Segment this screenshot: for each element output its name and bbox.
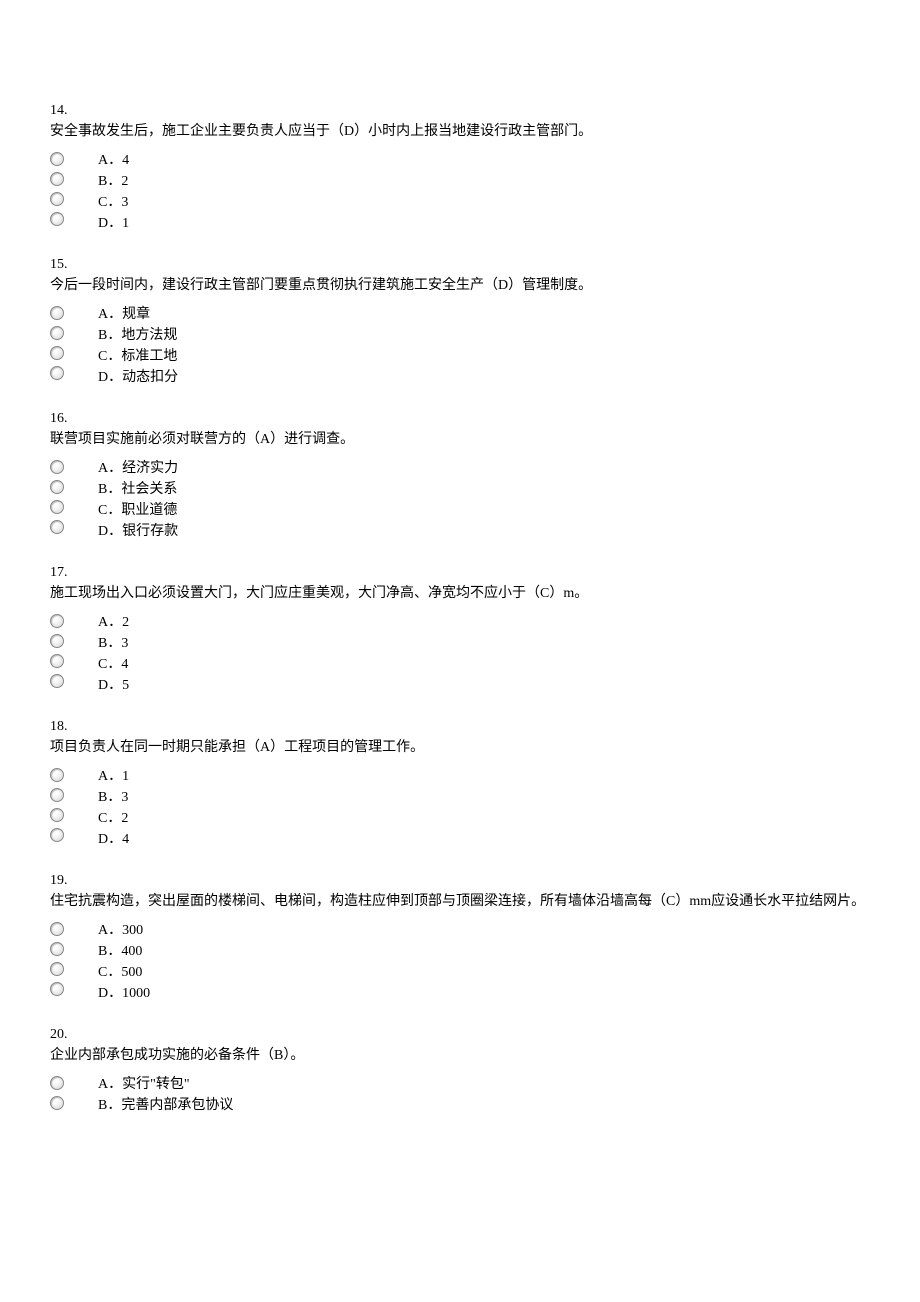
option-text-column: A．经济实力 B．社会关系 C．职业道德 D．银行存款 (98, 458, 178, 542)
radio-icon[interactable] (50, 460, 64, 474)
option-a: A．经济实力 (98, 458, 178, 479)
radio-icon[interactable] (50, 654, 64, 668)
options-block: A．2 B．3 C．4 D．5 (50, 612, 870, 696)
option-d: D．银行存款 (98, 521, 178, 542)
options-block: A．实行"转包" B．完善内部承包协议 (50, 1074, 870, 1116)
radio-icon[interactable] (50, 768, 64, 782)
radio-icon[interactable] (50, 942, 64, 956)
radio-column (50, 304, 64, 380)
option-d: D．5 (98, 675, 129, 696)
radio-icon[interactable] (50, 962, 64, 976)
question-number: 15. (50, 254, 870, 275)
question-17: 17. 施工现场出入口必须设置大门，大门应庄重美观，大门净高、净宽均不应小于（C… (50, 562, 870, 696)
question-stem: 住宅抗震构造，突出屋面的楼梯间、电梯间，构造柱应伸到顶部与顶圈梁连接，所有墙体沿… (50, 891, 870, 912)
option-text-column: A．4 B．2 C．3 D．1 (98, 150, 129, 234)
question-stem: 企业内部承包成功实施的必备条件（B）。 (50, 1045, 870, 1066)
option-a: A．实行"转包" (98, 1074, 233, 1095)
option-a: A．300 (98, 920, 150, 941)
option-b: B．400 (98, 941, 150, 962)
radio-icon[interactable] (50, 982, 64, 996)
option-text-column: A．2 B．3 C．4 D．5 (98, 612, 129, 696)
option-b: B．完善内部承包协议 (98, 1095, 233, 1116)
option-d: D．1000 (98, 983, 150, 1004)
question-16: 16. 联营项目实施前必须对联营方的（A）进行调查。 A．经济实力 B．社会关系… (50, 408, 870, 542)
radio-column (50, 150, 64, 226)
option-a: A．4 (98, 150, 129, 171)
radio-icon[interactable] (50, 520, 64, 534)
option-a: A．1 (98, 766, 129, 787)
question-stem: 安全事故发生后，施工企业主要负责人应当于（D）小时内上报当地建设行政主管部门。 (50, 121, 870, 142)
radio-icon[interactable] (50, 212, 64, 226)
option-d: D．动态扣分 (98, 367, 178, 388)
radio-icon[interactable] (50, 172, 64, 186)
option-d: D．1 (98, 213, 129, 234)
question-15: 15. 今后一段时间内，建设行政主管部门要重点贯彻执行建筑施工安全生产（D）管理… (50, 254, 870, 388)
radio-icon[interactable] (50, 346, 64, 360)
radio-column (50, 920, 64, 996)
option-b: B．3 (98, 787, 129, 808)
option-a: A．规章 (98, 304, 178, 325)
options-block: A．规章 B．地方法规 C．标准工地 D．动态扣分 (50, 304, 870, 388)
options-block: A．1 B．3 C．2 D．4 (50, 766, 870, 850)
option-c: C．标准工地 (98, 346, 178, 367)
radio-column (50, 612, 64, 688)
question-number: 17. (50, 562, 870, 583)
radio-icon[interactable] (50, 366, 64, 380)
question-number: 19. (50, 870, 870, 891)
question-14: 14. 安全事故发生后，施工企业主要负责人应当于（D）小时内上报当地建设行政主管… (50, 100, 870, 234)
radio-icon[interactable] (50, 480, 64, 494)
radio-icon[interactable] (50, 922, 64, 936)
question-20: 20. 企业内部承包成功实施的必备条件（B）。 A．实行"转包" B．完善内部承… (50, 1024, 870, 1116)
option-c: C．职业道德 (98, 500, 178, 521)
option-c: C．3 (98, 192, 129, 213)
option-text-column: A．规章 B．地方法规 C．标准工地 D．动态扣分 (98, 304, 178, 388)
option-d: D．4 (98, 829, 129, 850)
option-text-column: A．300 B．400 C．500 D．1000 (98, 920, 150, 1004)
radio-column (50, 458, 64, 534)
option-text-column: A．实行"转包" B．完善内部承包协议 (98, 1074, 233, 1116)
radio-icon[interactable] (50, 326, 64, 340)
question-stem: 今后一段时间内，建设行政主管部门要重点贯彻执行建筑施工安全生产（D）管理制度。 (50, 275, 870, 296)
option-c: C．500 (98, 962, 150, 983)
radio-icon[interactable] (50, 828, 64, 842)
option-c: C．2 (98, 808, 129, 829)
radio-icon[interactable] (50, 614, 64, 628)
question-stem: 联营项目实施前必须对联营方的（A）进行调查。 (50, 429, 870, 450)
question-number: 16. (50, 408, 870, 429)
question-number: 18. (50, 716, 870, 737)
radio-icon[interactable] (50, 1076, 64, 1090)
radio-icon[interactable] (50, 1096, 64, 1110)
radio-icon[interactable] (50, 192, 64, 206)
radio-icon[interactable] (50, 306, 64, 320)
option-b: B．3 (98, 633, 129, 654)
option-b: B．地方法规 (98, 325, 178, 346)
radio-column (50, 766, 64, 842)
question-stem: 施工现场出入口必须设置大门，大门应庄重美观，大门净高、净宽均不应小于（C）m。 (50, 583, 870, 604)
radio-icon[interactable] (50, 808, 64, 822)
question-stem: 项目负责人在同一时期只能承担（A）工程项目的管理工作。 (50, 737, 870, 758)
radio-icon[interactable] (50, 500, 64, 514)
option-text-column: A．1 B．3 C．2 D．4 (98, 766, 129, 850)
radio-column (50, 1074, 64, 1110)
radio-icon[interactable] (50, 634, 64, 648)
options-block: A．300 B．400 C．500 D．1000 (50, 920, 870, 1004)
options-block: A．经济实力 B．社会关系 C．职业道德 D．银行存款 (50, 458, 870, 542)
option-a: A．2 (98, 612, 129, 633)
radio-icon[interactable] (50, 152, 64, 166)
question-19: 19. 住宅抗震构造，突出屋面的楼梯间、电梯间，构造柱应伸到顶部与顶圈梁连接，所… (50, 870, 870, 1004)
option-c: C．4 (98, 654, 129, 675)
radio-icon[interactable] (50, 788, 64, 802)
options-block: A．4 B．2 C．3 D．1 (50, 150, 870, 234)
page: 14. 安全事故发生后，施工企业主要负责人应当于（D）小时内上报当地建设行政主管… (0, 0, 920, 1176)
option-b: B．社会关系 (98, 479, 178, 500)
question-18: 18. 项目负责人在同一时期只能承担（A）工程项目的管理工作。 A．1 B．3 … (50, 716, 870, 850)
option-b: B．2 (98, 171, 129, 192)
question-number: 20. (50, 1024, 870, 1045)
radio-icon[interactable] (50, 674, 64, 688)
question-number: 14. (50, 100, 870, 121)
